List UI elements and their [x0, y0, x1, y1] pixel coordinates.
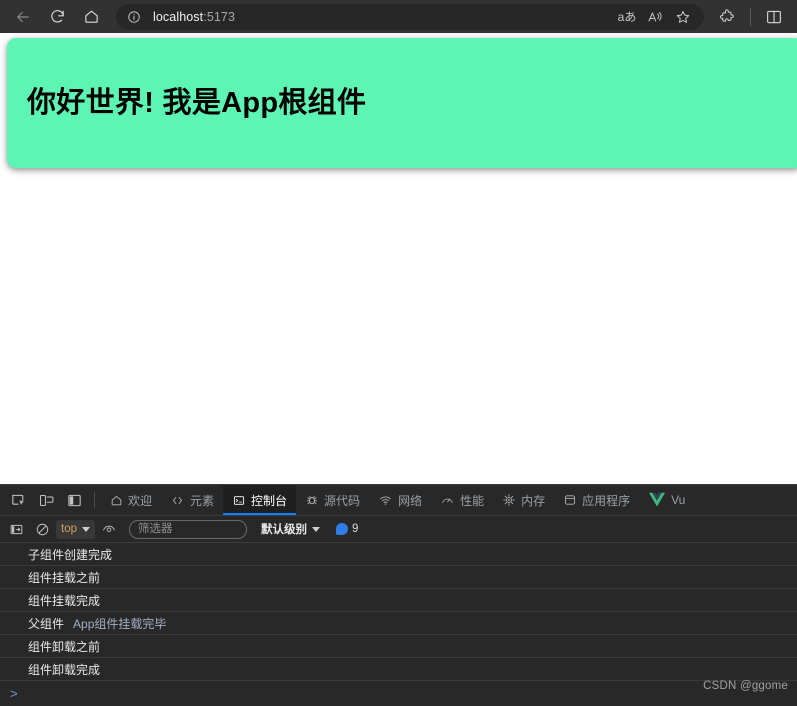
console-filter-input[interactable]	[129, 519, 247, 539]
translate-icon[interactable]: aあ	[614, 5, 640, 29]
browser-toolbar: localhost:5173 aあ	[0, 0, 797, 33]
chip-icon	[502, 493, 516, 507]
device-toolbar-icon	[39, 494, 53, 506]
console-message-text: 组件卸载完成	[28, 662, 101, 677]
split-screen-icon	[767, 10, 781, 23]
clear-console-button[interactable]	[30, 519, 54, 540]
split-screen-button[interactable]	[757, 3, 791, 31]
console-info-count[interactable]: 9	[336, 523, 358, 535]
tab-elements[interactable]: 元素	[161, 485, 223, 515]
tab-sources[interactable]: 源代码	[296, 485, 369, 515]
arrow-left-icon	[17, 11, 29, 22]
info-bubble-icon	[336, 523, 348, 535]
tab-console[interactable]: 控制台	[223, 485, 297, 515]
read-aloud-icon[interactable]	[642, 5, 668, 29]
console-level-select[interactable]: 默认级别	[261, 521, 320, 537]
site-info-icon[interactable]	[124, 7, 144, 27]
tab-memory[interactable]: 内存	[493, 485, 554, 515]
console-message-row: 组件挂载完成	[0, 589, 797, 612]
tab-label: 网络	[398, 493, 423, 508]
console-sidebar-button[interactable]	[4, 519, 28, 540]
console-message-row: 组件卸载完成	[0, 658, 797, 681]
url-text: localhost:5173	[153, 10, 235, 24]
tab-application[interactable]: 应用程序	[554, 485, 639, 515]
console-message-text: 组件挂载完成	[28, 593, 101, 608]
tab-label: 性能	[460, 493, 485, 508]
eye-icon	[103, 525, 115, 532]
url-host: localhost	[153, 9, 204, 24]
home-button[interactable]	[74, 3, 108, 31]
back-button[interactable]	[6, 3, 40, 31]
reload-icon	[50, 10, 64, 23]
tab-label: 元素	[190, 493, 215, 508]
page-title: 你好世界! 我是App根组件	[27, 86, 367, 119]
console-message-text: 组件卸载之前	[28, 639, 101, 654]
console-input-prompt[interactable]: >	[0, 682, 797, 706]
console-message-text-secondary: App组件挂载完毕	[73, 616, 167, 631]
database-icon	[563, 493, 577, 507]
console-level-label: 默认级别	[261, 524, 307, 536]
browser-right-actions	[710, 3, 791, 31]
code-brackets-icon	[170, 494, 185, 507]
console-toolbar: top 默认级别 9	[0, 516, 797, 543]
tabbar-divider	[94, 492, 95, 508]
tab-performance[interactable]: 性能	[431, 485, 493, 515]
console-message-text: 父组件	[28, 616, 65, 631]
url-port: :5173	[203, 9, 236, 24]
console-sidebar-icon	[10, 524, 22, 534]
info-count-value: 9	[352, 523, 359, 535]
devtools-tabbar: 欢迎 元素 控制台 源代码 网络 性能 内存 应用程序 Vu	[0, 485, 797, 516]
tab-welcome[interactable]: 欢迎	[101, 485, 161, 515]
execution-context-value: top	[61, 523, 77, 535]
console-message-row: 组件挂载之前	[0, 566, 797, 589]
puzzle-piece-icon	[719, 8, 734, 22]
dock-panel-icon	[67, 494, 81, 506]
home-icon	[110, 494, 123, 507]
tab-label: 源代码	[324, 493, 361, 508]
console-message-text: 组件挂载之前	[28, 570, 101, 585]
home-icon	[84, 10, 98, 23]
console-terminal-icon	[232, 494, 246, 507]
wifi-icon	[378, 494, 393, 507]
prompt-chevron-icon: >	[10, 686, 18, 702]
vue-logo-icon	[648, 492, 666, 508]
bug-icon	[305, 493, 319, 507]
inspect-element-icon	[11, 494, 24, 505]
tab-label: 欢迎	[128, 493, 153, 508]
chevron-down-icon	[82, 526, 90, 532]
tab-vue[interactable]: Vu	[639, 485, 694, 515]
console-message-list[interactable]: 子组件创建完成 组件挂载之前 组件挂载完成 父组件 App组件挂载完毕 组件卸载…	[0, 543, 797, 706]
gauge-icon	[440, 494, 455, 507]
toolbar-divider	[750, 7, 751, 26]
clear-console-icon	[36, 523, 48, 535]
inspect-element-button[interactable]	[4, 485, 32, 515]
reload-button[interactable]	[40, 3, 74, 31]
tab-label: 应用程序	[582, 493, 631, 508]
dock-panel-button[interactable]	[60, 485, 88, 515]
console-message-row: 父组件 App组件挂载完毕	[0, 612, 797, 635]
chevron-down-icon	[312, 526, 320, 532]
console-message-row: 子组件创建完成	[0, 543, 797, 566]
tab-label: 内存	[521, 493, 546, 508]
app-root-banner: 你好世界! 我是App根组件	[7, 38, 797, 168]
devtools-panel: 欢迎 元素 控制台 源代码 网络 性能 内存 应用程序 Vu top 筛选器 默…	[0, 484, 797, 706]
star-icon[interactable]	[670, 5, 696, 29]
tab-network[interactable]: 网络	[369, 485, 431, 515]
watermark: CSDN @ggome	[703, 680, 788, 692]
live-expression-button[interactable]	[97, 519, 121, 540]
address-bar-actions: aあ	[614, 5, 696, 29]
page-viewport: 你好世界! 我是App根组件	[0, 33, 797, 484]
execution-context-select[interactable]: top	[56, 519, 95, 539]
device-toolbar-button[interactable]	[32, 485, 60, 515]
tab-label: 控制台	[251, 493, 288, 508]
console-message-row: 组件卸载之前	[0, 635, 797, 658]
extensions-button[interactable]	[710, 3, 744, 31]
tab-label: Vu	[671, 493, 686, 507]
console-message-text: 子组件创建完成	[28, 547, 113, 562]
address-bar[interactable]: localhost:5173 aあ	[116, 3, 704, 30]
